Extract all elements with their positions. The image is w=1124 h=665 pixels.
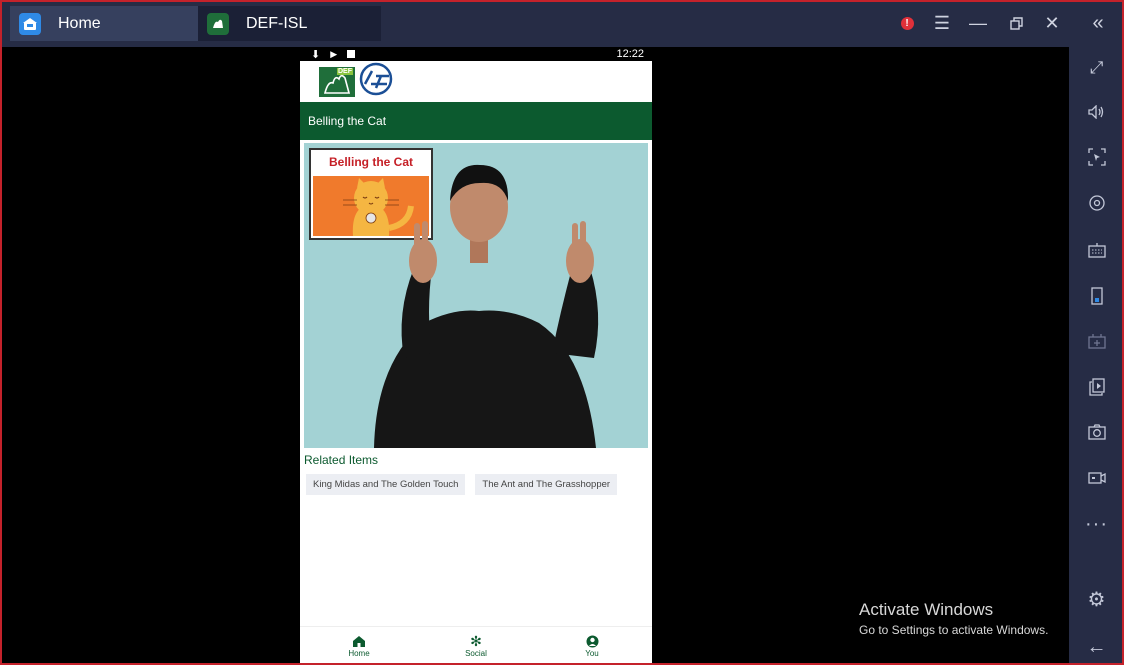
keyboard-icon[interactable] <box>1069 236 1124 264</box>
collapse-sidebar-icon[interactable]: « <box>1085 0 1111 47</box>
watermark-subtitle: Go to Settings to activate Windows. <box>859 623 1049 637</box>
home-icon <box>19 12 41 35</box>
lt-logo <box>359 62 393 101</box>
download-icon: ⬇ <box>311 48 321 61</box>
tab-label: DEF-ISL <box>246 14 308 32</box>
tab-home[interactable]: Home <box>10 6 198 41</box>
social-icon: ✻ <box>470 632 482 649</box>
watermark-title: Activate Windows <box>859 600 994 619</box>
related-items-heading: Related Items <box>304 453 379 467</box>
related-items-list: King Midas and The Golden Touch The Ant … <box>306 474 618 495</box>
def-logo: DEF <box>319 66 355 97</box>
volume-icon[interactable] <box>1069 98 1124 126</box>
home-icon <box>353 633 365 649</box>
nav-you[interactable]: You <box>562 633 622 658</box>
status-time: 12:22 <box>616 48 644 60</box>
play-store-icon: ▶ <box>330 48 338 59</box>
cursor-lock-icon[interactable] <box>1069 143 1124 171</box>
tab-label: Home <box>58 14 101 32</box>
bottom-navigation: Home ✻ Social You <box>300 626 652 665</box>
eye-icon[interactable] <box>1069 189 1124 217</box>
tab-def-isl[interactable]: DEF-ISL <box>198 6 381 41</box>
screenshot-icon[interactable] <box>1069 418 1124 446</box>
menu-icon[interactable]: ☰ <box>930 0 954 47</box>
minimize-icon[interactable]: — <box>966 0 990 47</box>
page-title: Belling the Cat <box>300 102 652 140</box>
nav-label: Home <box>348 649 370 658</box>
nav-label: You <box>585 649 599 658</box>
video-player[interactable]: Belling the Cat <box>304 143 648 448</box>
right-sidebar: ⤢ ··· ⚙ ← <box>1069 47 1124 665</box>
restore-icon[interactable] <box>1004 0 1028 47</box>
fullscreen-icon[interactable]: ⤢ <box>1069 54 1124 82</box>
apk-install-icon[interactable] <box>1069 327 1124 355</box>
notification-icon <box>347 50 356 58</box>
app-header: DEF <box>300 61 652 102</box>
activate-windows-watermark: Activate Windows Go to Settings to activ… <box>859 600 1048 637</box>
status-bar: ⬇ ▶ 12:22 <box>300 47 652 61</box>
phone-icon[interactable] <box>1069 282 1124 310</box>
alert-icon[interactable]: ! <box>896 0 918 47</box>
nav-social[interactable]: ✻ Social <box>446 632 506 659</box>
related-item-chip[interactable]: The Ant and The Grasshopper <box>475 474 618 495</box>
back-arrow-icon[interactable]: ← <box>1069 633 1124 661</box>
user-icon <box>586 633 599 649</box>
close-icon[interactable]: ✕ <box>1040 0 1064 47</box>
settings-icon[interactable]: ⚙ <box>1069 585 1124 613</box>
title-bar: Home DEF-ISL ! ☰ — ✕ « <box>0 0 1124 47</box>
sign-language-presenter <box>374 164 599 448</box>
more-icon[interactable]: ··· <box>1069 510 1124 538</box>
screen-record-icon[interactable] <box>1069 464 1124 492</box>
related-item-chip[interactable]: King Midas and The Golden Touch <box>306 474 466 495</box>
copy-files-icon[interactable] <box>1069 373 1124 401</box>
nav-label: Social <box>465 649 487 658</box>
def-isl-app-icon <box>207 12 229 35</box>
android-screen: ⬇ ▶ 12:22 DEF Belling the Cat Belling th… <box>300 47 652 665</box>
nav-home[interactable]: Home <box>329 633 389 658</box>
